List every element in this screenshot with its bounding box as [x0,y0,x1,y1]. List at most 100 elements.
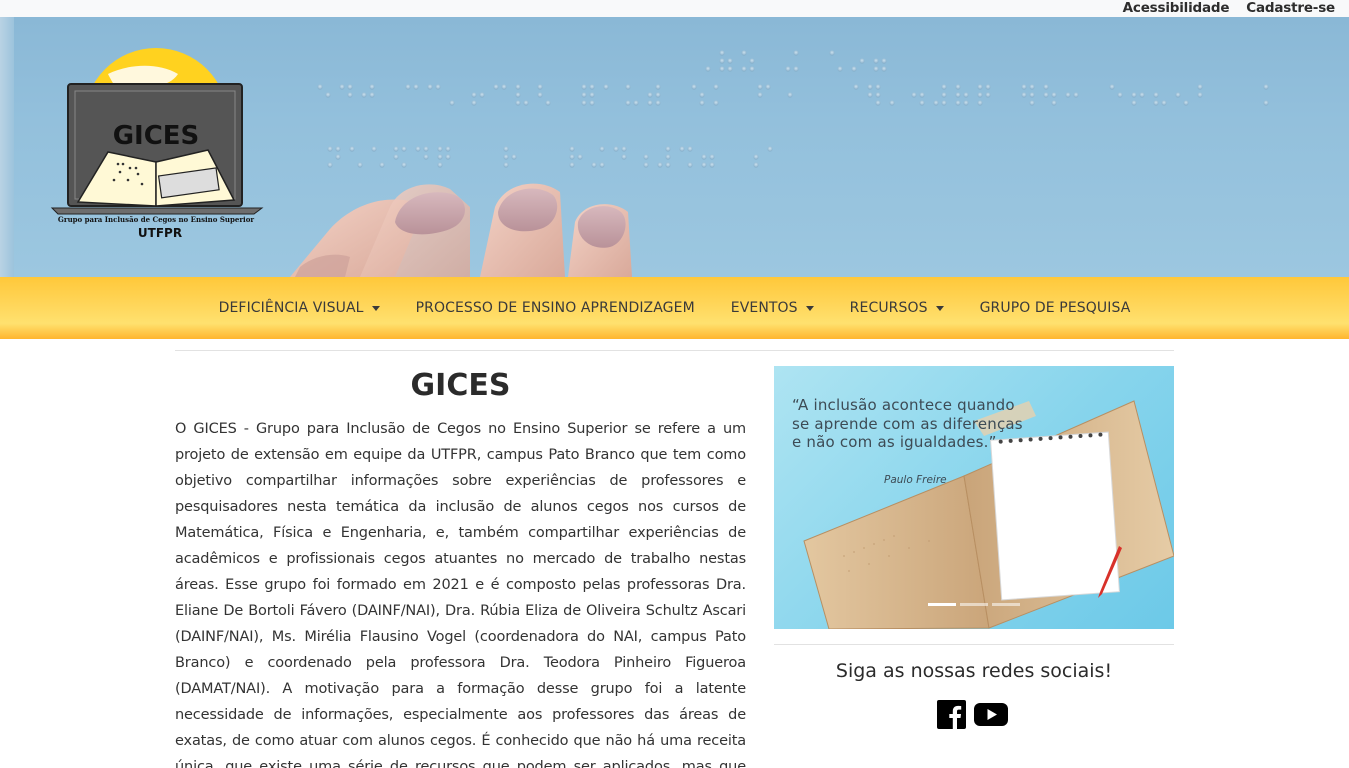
braille-dot [1029,84,1035,90]
braille-dot [591,162,597,168]
braille-dot [545,100,551,106]
social-icons [937,700,1008,729]
braille-dot [647,92,653,98]
braille-dot [1021,84,1027,90]
braille-dot [581,100,587,106]
braille-dot [941,92,947,98]
braille-dot [503,162,509,168]
nav-items: DEFICIÊNCIA VISUAL PROCESSO DE ENSINO AP… [0,277,1349,339]
braille-dot [757,84,763,90]
carousel-quote-author: Paulo Freire [884,474,947,486]
braille-dot [437,146,443,152]
braille-dot [349,146,355,152]
nav-grupo-pesquisa[interactable]: GRUPO DE PESQUISA [962,300,1149,316]
braille-dot [537,84,543,90]
signup-link[interactable]: Cadastre-se [1246,0,1335,17]
braille-dot [765,84,771,90]
braille-dot [985,92,991,98]
braille-dot [977,100,983,106]
braille-dot [501,84,507,90]
nav-label: PROCESSO DE ENSINO APRENDIZAGEM [415,300,695,316]
braille-dot [325,92,331,98]
braille-dot [665,146,671,152]
braille-dot [621,146,627,152]
braille-dot [511,154,517,160]
braille-dot [515,92,521,98]
braille-dot [347,92,353,98]
braille-dot [569,146,575,152]
braille-dot [701,162,707,168]
braille-dot [515,100,521,106]
braille-dot [393,154,399,160]
braille-dot [569,154,575,160]
caret-down-icon [935,305,944,311]
braille-dot [515,84,521,90]
braille-dot [665,154,671,160]
braille-dot [867,92,873,98]
braille-dot [881,58,887,64]
braille-dot [471,92,477,98]
braille-dot [719,58,725,64]
carousel-indicator-2[interactable] [960,603,988,606]
braille-dot [379,162,385,168]
hand-illustration [290,183,632,277]
gices-logo[interactable]: GICES Grupo para Inclusão de Cegos no En… [48,34,270,244]
braille-dot [655,84,661,90]
braille-dot [941,100,947,106]
braille-dot [427,84,433,90]
braille-dot [1073,92,1079,98]
carousel-indicator-1[interactable] [928,603,956,606]
nav-processo-ensino[interactable]: PROCESSO DE ENSINO APRENDIZAGEM [398,300,713,316]
braille-dot [633,100,639,106]
braille-dot [625,84,631,90]
accessibility-link[interactable]: Acessibilidade [1123,0,1230,17]
braille-dot [589,92,595,98]
braille-dot [405,84,411,90]
braille-dot [889,100,895,106]
braille-dot [859,58,865,64]
braille-dot [709,154,715,160]
braille-dot [919,100,925,106]
braille-dot [837,66,843,72]
sidebar-divider [774,644,1174,645]
braille-dot [719,50,725,56]
youtube-link[interactable] [974,700,1008,729]
nav-eventos[interactable]: EVENTOS [713,300,832,316]
braille-dot [709,162,715,168]
braille-dot [371,146,377,152]
braille-dot [719,66,725,72]
carousel-indicator-3[interactable] [992,603,1020,606]
braille-dot [599,162,605,168]
braille-dot [963,92,969,98]
caret-down-icon [371,305,380,311]
nav-deficiencia-visual[interactable]: DEFICIÊNCIA VISUAL [201,300,398,316]
braille-dot [691,84,697,90]
braille-dot [767,146,773,152]
braille-dot [699,100,705,106]
braille-dot [1131,100,1137,106]
braille-dot [713,100,719,106]
braille-dot [339,84,345,90]
top-links: Acessibilidade Cadastre-se [1123,0,1336,17]
nav-recursos[interactable]: RECURSOS [832,300,962,316]
nav-label: RECURSOS [849,300,928,316]
braille-dot [437,162,443,168]
braille-dot [317,84,323,90]
braille-dot [423,154,429,160]
braille-dot [581,92,587,98]
youtube-icon [974,703,1008,726]
facebook-link[interactable] [937,700,966,729]
braille-dot [581,84,587,90]
braille-dot [335,154,341,160]
braille-dot [727,66,733,72]
braille-dot [1021,92,1027,98]
braille-dot [401,162,407,168]
braille-dot [503,146,509,152]
braille-dot [741,50,747,56]
braille-dot [977,92,983,98]
braille-dot [413,84,419,90]
braille-dot [589,100,595,106]
braille-dot [471,100,477,106]
braille-dot [1043,92,1049,98]
quote-carousel[interactable]: “A inclusão acontece quando se aprende c… [774,366,1174,629]
